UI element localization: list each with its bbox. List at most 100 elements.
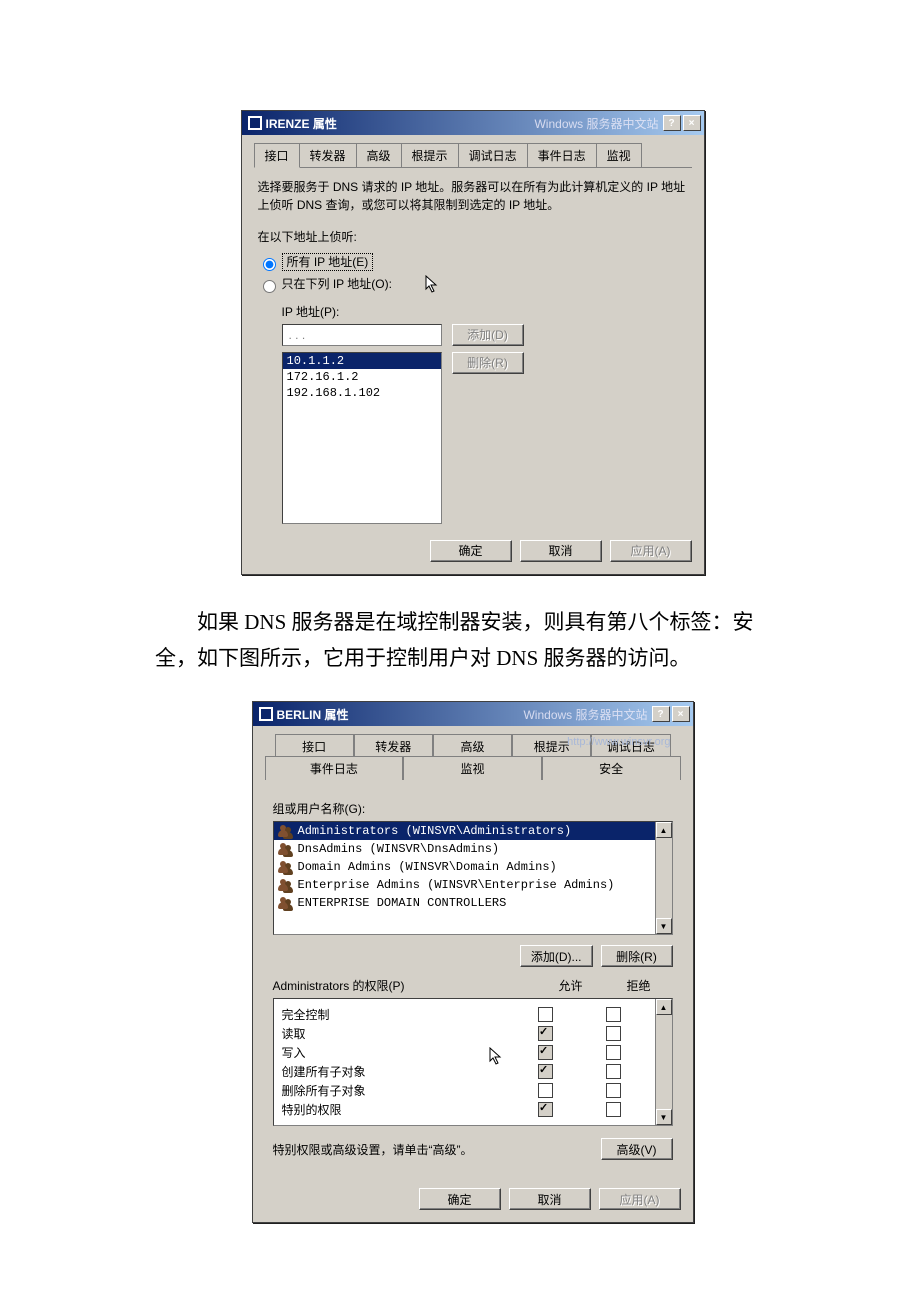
close-button[interactable]: × (672, 706, 690, 722)
radio-all-ip-input[interactable] (263, 258, 276, 271)
remove-button[interactable]: 删除(R) (452, 352, 524, 374)
tab-security[interactable]: 安全 (542, 756, 681, 780)
tab-root-hints[interactable]: 根提示 (401, 143, 459, 167)
allow-checkbox[interactable] (538, 1026, 553, 1041)
remove-button[interactable]: 删除(R) (601, 945, 673, 967)
tab-monitor[interactable]: 监视 (403, 756, 542, 780)
tab-root-hints[interactable]: 根提示 (512, 734, 591, 758)
deny-header: 拒绝 (605, 977, 673, 994)
deny-checkbox[interactable] (606, 1007, 621, 1022)
group-icon (278, 878, 294, 892)
radio-all-ip[interactable]: 所有 IP 地址(E) (258, 253, 688, 271)
cancel-button[interactable]: 取消 (509, 1188, 591, 1210)
tab-forwarders[interactable]: 转发器 (299, 143, 357, 167)
deny-checkbox[interactable] (606, 1083, 621, 1098)
ip-list-item[interactable]: 172.16.1.2 (283, 369, 441, 385)
titlebar[interactable]: IRENZE 属性 Windows 服务器中文站 ? × (242, 111, 704, 135)
berlin-properties-dialog: BERLIN 属性 Windows 服务器中文站 ? × http://www.… (252, 701, 694, 1223)
allow-checkbox[interactable] (538, 1064, 553, 1079)
ok-button[interactable]: 确定 (419, 1188, 501, 1210)
cancel-button[interactable]: 取消 (520, 540, 602, 562)
deny-checkbox[interactable] (606, 1064, 621, 1079)
tab-event-log[interactable]: 事件日志 (265, 756, 404, 780)
advanced-button[interactable]: 高级(V) (601, 1138, 673, 1160)
body-paragraph: 如果 DNS 服务器是在域控制器安装，则具有第八个标签：安全，如下图所示，它用于… (155, 605, 790, 676)
user-item-label: ENTERPRISE DOMAIN CONTROLLERS (298, 896, 507, 910)
ip-address-input[interactable]: . . . (282, 324, 442, 346)
help-button[interactable]: ? (652, 706, 670, 722)
tab-debug-log[interactable]: 调试日志 (458, 143, 528, 167)
tab-monitor[interactable]: 监视 (596, 143, 642, 167)
user-item[interactable]: Domain Admins (WINSVR\Domain Admins) (274, 858, 656, 876)
permission-row: 特别的权限 (274, 1100, 656, 1119)
radio-only-ip-label: 只在下列 IP 地址(O): (282, 277, 392, 291)
group-user-label: 组或用户名称(G): (273, 800, 673, 817)
user-item-label: Domain Admins (WINSVR\Domain Admins) (298, 860, 557, 874)
radio-all-ip-label: 所有 IP 地址(E) (282, 253, 374, 271)
user-item[interactable]: Administrators (WINSVR\Administrators) (274, 822, 656, 840)
allow-checkbox[interactable] (538, 1083, 553, 1098)
ip-list-item[interactable]: 192.168.1.102 (283, 385, 441, 401)
app-icon (259, 707, 273, 721)
tab-interface[interactable]: 接口 (275, 734, 354, 758)
listen-label: 在以下地址上侦听: (258, 228, 688, 245)
permission-row: 删除所有子对象 (274, 1081, 656, 1100)
app-icon (248, 116, 262, 130)
ip-list-item[interactable]: 10.1.1.2 (283, 353, 441, 369)
help-button[interactable]: ? (663, 115, 681, 131)
close-button[interactable]: × (683, 115, 701, 131)
user-item[interactable]: DnsAdmins (WINSVR\DnsAdmins) (274, 840, 656, 858)
watermark-text: Windows 服务器中文站 (337, 115, 663, 132)
allow-checkbox[interactable] (538, 1102, 553, 1117)
tab-advanced[interactable]: 高级 (356, 143, 402, 167)
scroll-down-icon[interactable]: ▼ (656, 1109, 672, 1125)
description-text: 选择要服务于 DNS 请求的 IP 地址。服务器可以在所有为此计算机定义的 IP… (258, 178, 688, 214)
permission-name: 读取 (282, 1025, 512, 1042)
scrollbar[interactable]: ▲ ▼ (655, 999, 672, 1125)
titlebar[interactable]: BERLIN 属性 Windows 服务器中文站 ? × (253, 702, 693, 726)
cursor-icon (425, 275, 441, 295)
allow-checkbox[interactable] (538, 1007, 553, 1022)
scroll-up-icon[interactable]: ▲ (656, 999, 672, 1015)
scrollbar[interactable]: ▲ ▼ (655, 822, 672, 934)
scroll-up-icon[interactable]: ▲ (656, 822, 672, 838)
permission-row: 写入 (274, 1043, 656, 1062)
deny-checkbox[interactable] (606, 1026, 621, 1041)
radio-only-ip[interactable]: 只在下列 IP 地址(O): (258, 275, 688, 295)
tab-advanced[interactable]: 高级 (433, 734, 512, 758)
radio-only-ip-input[interactable] (263, 280, 276, 293)
advanced-text: 特别权限或高级设置，请单击“高级”。 (273, 1141, 601, 1158)
user-item-label: DnsAdmins (WINSVR\DnsAdmins) (298, 842, 500, 856)
window-title: BERLIN 属性 (277, 706, 349, 723)
group-icon (278, 896, 294, 910)
window-title: IRENZE 属性 (266, 115, 337, 132)
deny-checkbox[interactable] (606, 1102, 621, 1117)
permission-row: 读取 (274, 1024, 656, 1043)
dialog-buttons: 确定 取消 应用(A) (254, 540, 692, 562)
permission-name: 特别的权限 (282, 1101, 512, 1118)
tab-forwarders[interactable]: 转发器 (354, 734, 433, 758)
group-icon (278, 842, 294, 856)
ip-list[interactable]: 10.1.1.2 172.16.1.2 192.168.1.102 (282, 352, 442, 524)
allow-checkbox[interactable] (538, 1045, 553, 1060)
tab-event-log[interactable]: 事件日志 (527, 143, 597, 167)
tab-bar: http://www.winsvr.org 接口 转发器 高级 根提示 调试日志… (265, 734, 681, 782)
add-button[interactable]: 添加(D) (452, 324, 524, 346)
ok-button[interactable]: 确定 (430, 540, 512, 562)
tab-interface[interactable]: 接口 (254, 143, 300, 168)
scroll-down-icon[interactable]: ▼ (656, 918, 672, 934)
add-button[interactable]: 添加(D)... (520, 945, 593, 967)
apply-button[interactable]: 应用(A) (599, 1188, 681, 1210)
user-item[interactable]: ENTERPRISE DOMAIN CONTROLLERS (274, 894, 656, 912)
permission-name: 完全控制 (282, 1006, 512, 1023)
permissions-list: 完全控制读取写入创建所有子对象删除所有子对象特别的权限 ▲ ▼ (273, 998, 673, 1126)
tab-debug-log[interactable]: 调试日志 (591, 734, 670, 758)
user-list[interactable]: Administrators (WINSVR\Administrators) D… (273, 821, 673, 935)
user-item[interactable]: Enterprise Admins (WINSVR\Enterprise Adm… (274, 876, 656, 894)
permission-row: 创建所有子对象 (274, 1062, 656, 1081)
dialog-buttons: 确定 取消 应用(A) (265, 1188, 681, 1210)
apply-button[interactable]: 应用(A) (610, 540, 692, 562)
group-icon (278, 860, 294, 874)
deny-checkbox[interactable] (606, 1045, 621, 1060)
watermark-text: Windows 服务器中文站 (349, 706, 652, 723)
